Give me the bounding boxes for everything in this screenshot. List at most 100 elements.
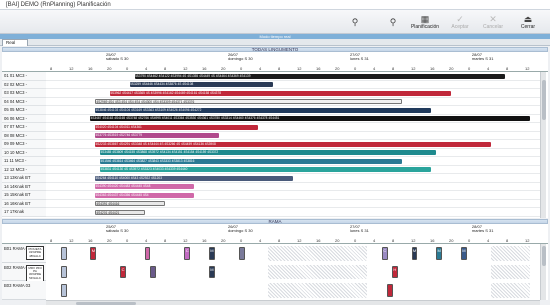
hour-tick-label: 4	[259, 66, 262, 71]
toolbar-button-zoom-in[interactable]: ⚲	[340, 12, 370, 32]
order-bar[interactable]: 4S2233 4S3867 4S4291 4S3348 4S 4S4444 4S…	[95, 141, 491, 147]
order-bar[interactable]: 4S3259 4S4446 4S4434 4S3876 4S 4S4108	[129, 82, 274, 87]
rama-block[interactable]: C	[381, 247, 388, 260]
machine-label[interactable]: 16 16Knak BT	[2, 199, 46, 208]
exit-icon: ⏏	[523, 14, 533, 24]
rama-block[interactable]	[238, 247, 245, 260]
rama-block[interactable]	[60, 247, 67, 260]
rama-block[interactable]: H	[391, 265, 398, 278]
toolbar-button-label: Planificación	[410, 24, 440, 30]
hatched-zone	[490, 283, 531, 298]
order-bar[interactable]: 4S3776 4S3519 4S2746 4S3779	[95, 133, 219, 138]
machine-label[interactable]: 14 14Knak BT	[2, 182, 46, 191]
check-icon: ✓	[456, 14, 464, 24]
hour-tick-label: 8	[164, 238, 167, 243]
machine-label[interactable]: 04 04 MC3 -	[2, 97, 46, 106]
machine-label[interactable]: 12 12 MC3 -	[2, 165, 46, 174]
hatched-zone	[268, 264, 368, 279]
order-bar[interactable]: 4S1546 4S3814 4S3464 4S3827 4S3843 4S333…	[100, 158, 402, 164]
order-bar[interactable]: 4S4390 4S4420 4S4483 4S4445 4S48	[95, 184, 195, 189]
hour-tick-label: 16	[430, 66, 435, 71]
horizontal-scrollbar[interactable]	[46, 300, 540, 305]
order-bar[interactable]: 4S3467 4S4163 4S4165 4S3748 4S2766 4S499…	[90, 116, 531, 121]
rama-block[interactable]	[149, 265, 156, 278]
rama-label[interactable]: B03 RAMA 03	[2, 281, 46, 300]
hour-tick-label: 8	[164, 66, 167, 71]
hour-tick-label: 20	[335, 238, 340, 243]
rama-block[interactable]: C	[184, 247, 191, 260]
planning-icon: ▦	[420, 14, 430, 24]
toolbar-button-cancel[interactable]: ✕ Cancelar	[478, 12, 508, 32]
rama-block[interactable]: C	[120, 265, 127, 278]
rama-block[interactable]	[60, 284, 67, 297]
rama-block[interactable]: M	[436, 247, 443, 260]
order-bar[interactable]: 4S4391 4S4416	[95, 201, 165, 206]
hour-tick-label: 16	[316, 66, 321, 71]
toolbar-button-exit[interactable]: ⏏ Cerrar	[513, 12, 543, 32]
machine-label[interactable]: 07 07 MC3 -	[2, 123, 46, 132]
tab-row: Real	[0, 39, 550, 46]
machine-label[interactable]: 15 15Knak BT	[2, 191, 46, 200]
machine-label[interactable]: 05 05 MC3 -	[2, 106, 46, 115]
machine-label[interactable]: 01 01 MC3 -	[2, 72, 46, 81]
machine-label[interactable]: 11 11 MC3 -	[2, 157, 46, 166]
rama-block[interactable]: M	[209, 247, 215, 260]
rama-gantt: B01 RAMA 01 PIOUETA 32%PRE 48%ALC M C M C M M M B…	[2, 244, 548, 300]
order-bar[interactable]: 4S4363 4S4437 4S4356 4S4445 4S4	[95, 192, 195, 198]
machine-label[interactable]: 10 10 MC3 -	[2, 148, 46, 157]
day-label: 28/07 martes S 31	[472, 53, 494, 61]
day-label: 26/07 domingo S 30	[228, 53, 253, 61]
week-number: S 31	[485, 228, 494, 233]
machine-label[interactable]: 09 09 MC3 -	[2, 140, 46, 149]
rama-block[interactable]	[386, 284, 393, 297]
rama-block[interactable]	[60, 265, 67, 278]
order-bar[interactable]: 4S2969 4S4 4S3 4S4 4S4 4S4 4S4300 4S4 4S…	[95, 99, 402, 104]
hour-tick-label: 8	[50, 238, 53, 243]
hour-tick-label: 12	[297, 66, 302, 71]
gantt-vertical-scrollbar[interactable]	[540, 72, 546, 218]
scroll-thumb[interactable]	[542, 80, 546, 120]
zoom-out-icon: ⚲	[389, 17, 397, 27]
week-number: S 30	[244, 56, 253, 61]
rama-block[interactable]: M	[411, 247, 418, 260]
hour-tick-label: 16	[316, 238, 321, 243]
machine-label[interactable]: 03 03 MC3 -	[2, 89, 46, 98]
order-bar[interactable]: 4S3846 4S4103 4S4104 4S3169 4S3363 4S310…	[95, 107, 432, 113]
rama-block[interactable]: M	[90, 247, 97, 260]
order-bar[interactable]: 4S4264 4S4110 4S4000 4S43 4S2922 4S1203	[95, 175, 293, 181]
hour-tick-label: 12	[411, 66, 416, 71]
scroll-thumb[interactable]	[542, 246, 546, 266]
machine-label[interactable]: 17 17Knak	[2, 208, 46, 217]
machine-label[interactable]: 13 13Knak BT	[2, 174, 46, 183]
day-name: sábado	[106, 56, 120, 61]
toolbar-button-zoom-out[interactable]: ⚲	[378, 12, 408, 32]
order-bar[interactable]: 4S3485 4S3809 4S4155 4S3868 4S3972 4S413…	[100, 150, 437, 155]
machine-label[interactable]: 08 08 MC3 -	[2, 131, 46, 140]
hour-tick-label: 12	[297, 238, 302, 243]
top-timeline: 25/07 sábado S 30 26/07 domingo S 30 27/07 lu…	[2, 52, 548, 72]
week-number: S 30	[120, 228, 129, 233]
hour-tick-label: 16	[202, 66, 207, 71]
week-number: S 31	[485, 56, 494, 61]
rama-block[interactable]: M	[209, 265, 215, 278]
hour-tick-label: 8	[50, 66, 53, 71]
machine-label[interactable]: 02 02 MC3 -	[2, 80, 46, 89]
order-bar[interactable]: 4S4201 4S4421	[95, 209, 145, 215]
rama-block[interactable]	[144, 247, 150, 260]
day-label: 26/07 domingo S 30	[228, 225, 253, 233]
hour-tick-label: 8	[392, 238, 395, 243]
tab-real[interactable]: Real	[2, 39, 28, 46]
zoom-in-icon: ⚲	[351, 17, 359, 27]
order-bar[interactable]: 4S3790 4S4462 4S4122 4S3994 4S 4S1355 4S…	[134, 73, 506, 79]
order-bar[interactable]: 4S3962 4S4417 4S3365 4S 4S3996 4S4162 4S…	[110, 90, 452, 96]
order-bar[interactable]: 4S4020 4S4104 4S4011 4S4361	[95, 124, 259, 130]
rama-block[interactable]: M	[460, 247, 467, 260]
order-bar[interactable]: 4S3831 4S4130 4S 4S3972 4S3323 4S4033 4S…	[100, 167, 432, 172]
week-number: S 30	[244, 228, 253, 233]
toolbar-button-planning[interactable]: ▦ Planificación	[410, 12, 440, 32]
hour-tick-label: 12	[69, 66, 74, 71]
machine-label[interactable]: 06 06 MC3 -	[2, 114, 46, 123]
toolbar-button-check[interactable]: ✓ Aceptar	[445, 12, 475, 32]
rama-vertical-scrollbar[interactable]	[540, 244, 546, 300]
hour-tick-label: 0	[354, 238, 357, 243]
